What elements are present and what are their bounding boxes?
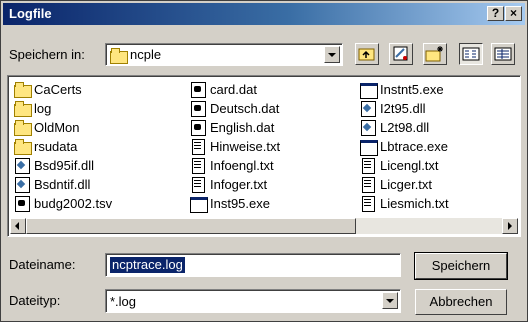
new-folder-icon bbox=[425, 46, 443, 62]
open-folder-icon bbox=[110, 48, 128, 64]
filename-input[interactable]: ncptrace.log bbox=[105, 253, 401, 277]
file-name: Liesmich.txt bbox=[380, 196, 449, 211]
file-name: Inst95.exe bbox=[210, 196, 270, 211]
file-name: Infoengl.txt bbox=[210, 158, 274, 173]
filetype-dropdown[interactable]: *.log bbox=[105, 289, 401, 313]
scroll-right-icon[interactable] bbox=[502, 218, 518, 234]
doc-file-icon bbox=[360, 158, 376, 174]
doc-file-icon bbox=[190, 158, 206, 174]
details-view-icon bbox=[494, 47, 512, 61]
doc-file-icon bbox=[190, 177, 206, 193]
folder-file-icon bbox=[14, 139, 32, 155]
exe-file-icon bbox=[360, 82, 378, 99]
scrollbar-thumb[interactable] bbox=[26, 218, 356, 234]
file-name: OldMon bbox=[34, 120, 80, 135]
file-name: rsudata bbox=[34, 139, 78, 154]
dat-file-icon bbox=[14, 196, 30, 212]
folder-file-icon bbox=[14, 82, 32, 98]
logfile-dialog: Logfile ? × Speichern in: ncple CaCerts … bbox=[0, 0, 528, 322]
list-view-button[interactable] bbox=[459, 43, 483, 65]
file-name: I2t95.dll bbox=[380, 101, 426, 116]
dll-file-icon bbox=[360, 101, 376, 117]
chevron-down-icon[interactable] bbox=[382, 292, 398, 309]
file-name: budg2002.tsv bbox=[34, 196, 113, 211]
exe-file-icon bbox=[190, 196, 208, 213]
filetype-label: Dateityp: bbox=[9, 293, 61, 308]
desktop-icon bbox=[393, 46, 408, 61]
file-name: Lbtrace.exe bbox=[380, 139, 448, 154]
file-name: Bsd95if.dll bbox=[34, 158, 94, 173]
file-name: English.dat bbox=[210, 120, 275, 135]
up-folder-icon bbox=[358, 48, 375, 61]
look-in-dropdown[interactable]: ncple bbox=[105, 43, 343, 66]
dat-file-icon bbox=[190, 82, 206, 98]
new-folder-button[interactable] bbox=[423, 43, 447, 65]
file-name: Hinweise.txt bbox=[210, 139, 281, 154]
scroll-left-icon[interactable] bbox=[10, 218, 26, 234]
window-title: Logfile bbox=[9, 6, 52, 21]
chevron-down-icon[interactable] bbox=[324, 46, 340, 63]
file-name: Licger.txt bbox=[380, 177, 433, 192]
help-button[interactable]: ? bbox=[487, 6, 504, 21]
file-name: Bsdntif.dll bbox=[34, 177, 91, 192]
file-name: Deutsch.dat bbox=[210, 101, 280, 116]
doc-file-icon bbox=[190, 139, 206, 155]
file-list[interactable]: CaCerts log OldMon rsudata Bsd95if.dll Bsdnti… bbox=[7, 75, 521, 237]
desktop-button[interactable] bbox=[389, 43, 413, 65]
close-button[interactable]: × bbox=[505, 6, 522, 21]
doc-file-icon bbox=[360, 196, 376, 212]
file-name: CaCerts bbox=[34, 82, 82, 97]
exe-file-icon bbox=[360, 139, 378, 156]
filename-value: ncptrace.log bbox=[110, 257, 185, 273]
look-in-value: ncple bbox=[130, 47, 162, 62]
folder-file-icon bbox=[14, 120, 32, 136]
list-view-icon bbox=[462, 47, 480, 61]
dat-file-icon bbox=[190, 101, 206, 117]
save-button[interactable]: Speichern bbox=[414, 252, 508, 280]
doc-file-icon bbox=[360, 177, 376, 193]
file-name: card.dat bbox=[210, 82, 257, 97]
details-view-button[interactable] bbox=[491, 43, 515, 65]
file-name: L2t98.dll bbox=[380, 120, 430, 135]
file-name: Instnt5.exe bbox=[380, 82, 444, 97]
file-name: log bbox=[34, 101, 52, 116]
dat-file-icon bbox=[190, 120, 206, 136]
dll-file-icon bbox=[14, 158, 30, 174]
file-name: Infoger.txt bbox=[210, 177, 268, 192]
up-folder-button[interactable] bbox=[355, 43, 379, 65]
dll-file-icon bbox=[360, 120, 376, 136]
file-name: Licengl.txt bbox=[380, 158, 439, 173]
filename-label: Dateiname: bbox=[9, 257, 76, 272]
horizontal-scrollbar[interactable] bbox=[10, 218, 518, 234]
cancel-button[interactable]: Abbrechen bbox=[415, 289, 507, 315]
dll-file-icon bbox=[14, 177, 30, 193]
filetype-value: *.log bbox=[110, 294, 137, 309]
look-in-label: Speichern in: bbox=[9, 47, 85, 62]
title-bar[interactable]: Logfile ? × bbox=[3, 3, 525, 25]
folder-file-icon bbox=[14, 101, 32, 117]
